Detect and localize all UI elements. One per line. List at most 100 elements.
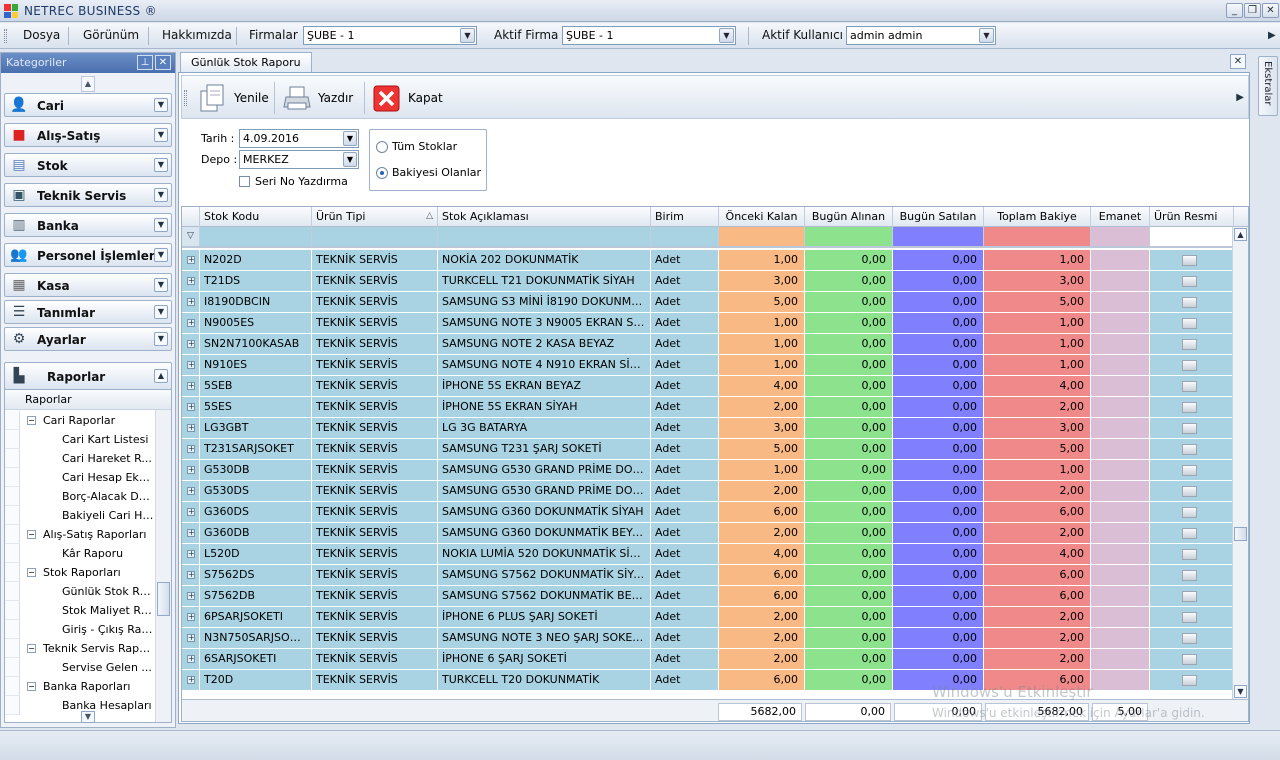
- table-row[interactable]: + LG3GBT TEKNİK SERVİS LG 3G BATARYA Adet 3,0…: [182, 418, 1234, 439]
- grid-scroll-thumb[interactable]: [1234, 527, 1247, 541]
- table-row[interactable]: +5SEB TEKNİK SERVİS İPHONE 5S EKRAN BEYAZ A…: [182, 376, 1234, 397]
- image-placeholder-icon[interactable]: [1182, 654, 1197, 665]
- filter-cell[interactable]: [984, 227, 1091, 246]
- collapse-icon[interactable]: −: [27, 530, 36, 539]
- chevron-down-icon[interactable]: ▼: [154, 278, 168, 292]
- column-header[interactable]: Stok Açıklaması: [438, 207, 651, 227]
- chevron-down-icon[interactable]: ▼: [460, 28, 475, 43]
- tree-scroll-thumb[interactable]: [157, 582, 170, 616]
- filter-cell[interactable]: [805, 227, 893, 246]
- filter-cell[interactable]: [312, 227, 438, 246]
- sort-ascending-icon[interactable]: △: [426, 207, 433, 226]
- tree-node[interactable]: − Cari Raporlar: [5, 411, 155, 430]
- column-header[interactable]: Bugün Alınan: [805, 207, 893, 227]
- tree-node[interactable]: Cari Hareket R...: [5, 449, 155, 468]
- table-row[interactable]: + I8190DBCIN TEKNİK SERVİS SAMSUNG S3 MİNİ …: [182, 292, 1234, 313]
- nav-group-stok[interactable]: ▤ Stok ▼: [4, 153, 172, 177]
- image-placeholder-icon[interactable]: [1182, 549, 1197, 560]
- image-placeholder-icon[interactable]: [1182, 633, 1197, 644]
- column-header[interactable]: Ürün Tipi △: [312, 207, 438, 227]
- table-row[interactable]: +6SARJSOKETI TEKNİK SERVİS İPHONE 6 ŞARJ S…: [182, 649, 1234, 670]
- expand-icon[interactable]: +: [187, 277, 195, 285]
- expand-icon[interactable]: +: [187, 256, 195, 264]
- image-placeholder-icon[interactable]: [1182, 486, 1197, 497]
- chevron-up-icon[interactable]: ▲: [154, 369, 168, 383]
- image-placeholder-icon[interactable]: [1182, 675, 1197, 686]
- chevron-down-icon[interactable]: ▼: [979, 28, 994, 43]
- table-row[interactable]: + N202D TEKNİK SERVİS NOKİA 202 DOKUNMATİK A…: [182, 250, 1234, 271]
- table-row[interactable]: + SN2N7100KASAB TEKNİK SERVİS SAMSUNG NOTE …: [182, 334, 1234, 355]
- chevron-down-icon[interactable]: ▼: [154, 305, 168, 319]
- aktif-firma-select[interactable]: ŞUBE - 1 ▼: [562, 26, 736, 45]
- column-header[interactable]: Toplam Bakiye: [984, 207, 1091, 227]
- tree-node[interactable]: Cari Hesap Eks...: [5, 468, 155, 487]
- expand-icon[interactable]: +: [187, 634, 195, 642]
- nav-group-ayarlar[interactable]: ⚙ Ayarlar ▼: [4, 327, 172, 351]
- image-placeholder-icon[interactable]: [1182, 276, 1197, 287]
- chevron-down-icon[interactable]: ▼: [154, 188, 168, 202]
- nav-group-alis-satis[interactable]: ■ Alış-Satış ▼: [4, 123, 172, 147]
- firmalar-select[interactable]: ŞUBE - 1 ▼: [303, 26, 477, 45]
- tree-node[interactable]: Banka Hesapları: [5, 696, 155, 715]
- table-row[interactable]: +6PSARJSOKETI TEKNİK SERVİS İPHONE 6 PLUS …: [182, 607, 1234, 628]
- table-row[interactable]: + N910ES TEKNİK SERVİS SAMSUNG NOTE 4 N910 …: [182, 355, 1234, 376]
- table-row[interactable]: + S7562DB TEKNİK SERVİS SAMSUNG S7562 DOKUN…: [182, 586, 1234, 607]
- chevron-down-icon[interactable]: ▼: [343, 152, 357, 167]
- close-window-icon[interactable]: ✕: [1262, 3, 1279, 18]
- expand-icon[interactable]: +: [187, 319, 195, 327]
- table-row[interactable]: + T21DS TEKNİK SERVİS TURKCELL T21 DOKUNMAT…: [182, 271, 1234, 292]
- expand-icon[interactable]: +: [187, 487, 195, 495]
- expand-icon[interactable]: +: [187, 466, 195, 474]
- chevron-down-icon[interactable]: ▼: [343, 131, 357, 146]
- pin-icon[interactable]: ⊥: [137, 55, 153, 70]
- depo-select[interactable]: MERKEZ ▼: [239, 150, 359, 169]
- expand-icon[interactable]: +: [187, 571, 195, 579]
- image-placeholder-icon[interactable]: [1182, 255, 1197, 266]
- chevron-down-icon[interactable]: ▼: [154, 128, 168, 142]
- chevron-down-icon[interactable]: ▼: [154, 248, 168, 262]
- menu-gorunum[interactable]: Görünüm: [83, 28, 139, 42]
- table-row[interactable]: + G530DS TEKNİK SERVİS SAMSUNG G530 GRAND P…: [182, 481, 1234, 502]
- scroll-down-icon[interactable]: ▼: [1234, 685, 1247, 698]
- table-row[interactable]: + G530DB TEKNİK SERVİS SAMSUNG G530 GRAND P…: [182, 460, 1234, 481]
- tree-node[interactable]: − Stok Raporları: [5, 563, 155, 582]
- nav-group-cari[interactable]: 👤 Cari ▼: [4, 93, 172, 117]
- nav-group-kasa[interactable]: ▦ Kasa ▼: [4, 273, 172, 297]
- table-row[interactable]: + L520D TEKNİK SERVİS NOKIA LUMİA 520 DOKUN…: [182, 544, 1234, 565]
- column-header[interactable]: Önceki Kalan: [719, 207, 805, 227]
- expand-icon[interactable]: +: [187, 445, 195, 453]
- print-button[interactable]: Yazdır: [282, 83, 358, 113]
- tree-scrollbar[interactable]: [155, 410, 171, 722]
- tree-node[interactable]: Cari Kart Listesi: [5, 430, 155, 449]
- filter-cell[interactable]: [438, 227, 651, 246]
- image-placeholder-icon[interactable]: [1182, 465, 1197, 476]
- expand-icon[interactable]: +: [187, 403, 195, 411]
- funnel-icon[interactable]: ▽: [182, 227, 200, 246]
- refresh-button[interactable]: Yenile: [198, 83, 269, 113]
- image-placeholder-icon[interactable]: [1182, 423, 1197, 434]
- expand-icon[interactable]: +: [187, 550, 195, 558]
- toolbar-overflow-icon[interactable]: ▶: [1236, 92, 1244, 103]
- column-header[interactable]: Emanet: [1091, 207, 1150, 227]
- collapse-icon[interactable]: −: [27, 568, 36, 577]
- close-icon[interactable]: ✕: [155, 55, 171, 70]
- restore-icon[interactable]: ❐: [1244, 3, 1261, 18]
- table-row[interactable]: + G360DB TEKNİK SERVİS SAMSUNG G360 DOKUNMA…: [182, 523, 1234, 544]
- expand-icon[interactable]: +: [187, 361, 195, 369]
- image-placeholder-icon[interactable]: [1182, 402, 1197, 413]
- nav-group-tanimlar[interactable]: ☰ Tanımlar ▼: [4, 300, 172, 324]
- expand-icon[interactable]: +: [187, 613, 195, 621]
- tree-node[interactable]: − Banka Raporları: [5, 677, 155, 696]
- ekstralar-tab[interactable]: Ekstralar: [1258, 56, 1278, 116]
- nav-group-personel[interactable]: 👥 Personel İşlemleri ▼: [4, 243, 172, 267]
- expand-icon[interactable]: +: [187, 298, 195, 306]
- nav-group-raporlar[interactable]: ▙ Raporlar ▲: [4, 362, 172, 390]
- seri-no-checkbox[interactable]: [239, 176, 250, 187]
- column-header[interactable]: Stok Kodu: [200, 207, 312, 227]
- image-placeholder-icon[interactable]: [1182, 591, 1197, 602]
- expand-icon[interactable]: +: [187, 676, 195, 684]
- tree-node[interactable]: − Teknik Servis Rapo...: [5, 639, 155, 658]
- table-row[interactable]: +5SES TEKNİK SERVİS İPHONE 5S EKRAN SİYAH A…: [182, 397, 1234, 418]
- filter-cell[interactable]: [719, 227, 805, 246]
- tab-gunluk-stok-raporu[interactable]: Günlük Stok Raporu: [180, 52, 312, 72]
